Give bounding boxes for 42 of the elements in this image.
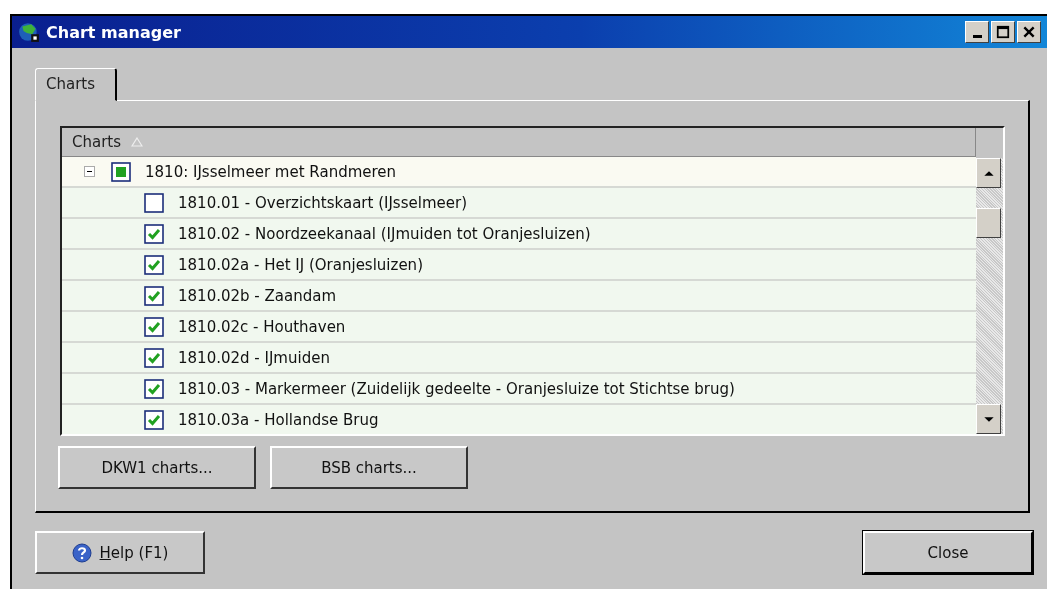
checkbox[interactable]	[144, 285, 164, 306]
help-button[interactable]: Help (F1)	[35, 531, 205, 574]
window-title: Chart manager	[46, 22, 182, 42]
chart-label[interactable]: 1810.02b - Zaandam	[178, 286, 336, 305]
charts-button[interactable]: DKW1 charts...	[58, 446, 256, 489]
group-label[interactable]: 1810: IJsselmeer met Randmeren	[145, 162, 397, 181]
chart-label[interactable]: 1810.03 - Markermeer (Zuidelijk gedeelte - Oranjesluize tot Stichtse brug)	[178, 379, 735, 398]
checkbox[interactable]	[144, 316, 164, 337]
maximize-button[interactable]	[991, 21, 1015, 43]
checkbox[interactable]	[144, 347, 164, 368]
header-corner	[976, 128, 1003, 158]
chart-label[interactable]: 1810.01 - Overzichtskaart (IJsselmeer)	[178, 193, 467, 212]
help-icon	[71, 542, 92, 563]
checkbox[interactable]	[144, 223, 164, 244]
close-button[interactable]	[1017, 21, 1041, 43]
column-title: Charts	[72, 133, 122, 151]
close-dialog-button[interactable]: Close	[863, 531, 1033, 574]
scroll-up-button[interactable]	[976, 158, 1001, 188]
scroll-down-button[interactable]	[976, 404, 1001, 434]
checkbox[interactable]	[144, 409, 164, 430]
column-header[interactable]: Charts	[62, 128, 976, 157]
checkbox[interactable]	[144, 254, 164, 275]
minimize-button[interactable]	[965, 21, 989, 43]
close-icon	[1022, 25, 1036, 39]
maximize-icon	[996, 25, 1010, 39]
down-arrow-icon	[982, 415, 995, 423]
scroll-thumb[interactable]	[976, 208, 1001, 238]
checkbox[interactable]	[144, 378, 164, 399]
chart-label[interactable]: 1810.02c - Houthaven	[178, 317, 346, 336]
tab[interactable]: Charts	[35, 68, 117, 101]
charts-button[interactable]: BSB charts...	[270, 446, 468, 489]
chart-label[interactable]: 1810.03a - Hollandse Brug	[178, 410, 379, 429]
globe-icon	[18, 21, 40, 43]
checkbox[interactable]	[111, 161, 131, 182]
chart-label[interactable]: 1810.02 - Noordzeekanaal (IJmuiden tot Oranjesluizen)	[178, 224, 591, 243]
collapse-icon[interactable]	[84, 166, 95, 177]
chart-label[interactable]: 1810.02d - IJmuiden	[178, 348, 330, 367]
checkbox[interactable]	[144, 192, 164, 213]
scrollbar[interactable]	[976, 128, 1003, 434]
chart-label[interactable]: 1810.02a - Het IJ (Oranjesluizen)	[178, 255, 423, 274]
up-arrow-icon	[982, 169, 995, 177]
minimize-icon	[972, 34, 982, 38]
